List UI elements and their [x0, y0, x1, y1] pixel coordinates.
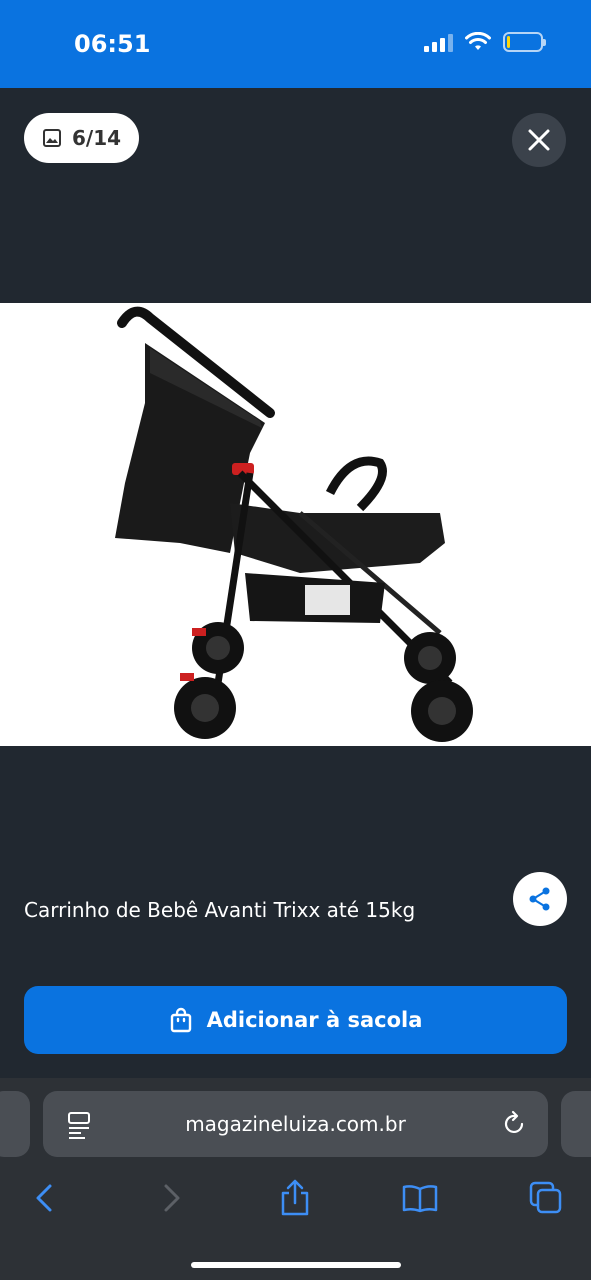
previous-tab-preview[interactable]: [0, 1091, 30, 1157]
share-button[interactable]: [513, 872, 567, 926]
back-button[interactable]: [22, 1176, 66, 1220]
add-to-bag-button[interactable]: Adicionar à sacola: [24, 986, 567, 1054]
tabs-button[interactable]: [524, 1176, 568, 1220]
signal-icon: [424, 32, 453, 52]
tabs-icon: [529, 1181, 562, 1214]
reload-icon[interactable]: [502, 1110, 528, 1138]
home-indicator[interactable]: [191, 1262, 401, 1268]
browser-toolbar: [0, 1176, 591, 1220]
battery-level: [507, 36, 510, 48]
shopping-bag-icon: [170, 1007, 191, 1033]
bookmarks-icon: [402, 1185, 438, 1213]
image-counter: 6/14: [24, 113, 139, 163]
status-bar: 06:51: [0, 0, 591, 88]
battery-icon: [503, 32, 546, 52]
share-page-button[interactable]: [273, 1176, 317, 1220]
share-icon: [529, 887, 550, 911]
next-tab-preview[interactable]: [561, 1091, 591, 1157]
page-menu-icon[interactable]: [67, 1111, 93, 1139]
back-icon: [36, 1184, 52, 1212]
close-button[interactable]: [512, 113, 566, 167]
bookmarks-button[interactable]: [398, 1176, 442, 1220]
stroller-image: [115, 306, 473, 742]
forward-button[interactable]: [150, 1176, 194, 1220]
add-to-bag-label: Adicionar à sacola: [206, 1008, 423, 1032]
wifi-icon: [465, 32, 491, 50]
product-image[interactable]: [0, 303, 591, 746]
address-bar[interactable]: magazineluiza.com.br: [43, 1091, 548, 1157]
counter-text: 6/14: [71, 126, 122, 150]
status-time: 06:51: [74, 30, 151, 58]
image-icon: [42, 129, 61, 147]
status-icons: [424, 32, 546, 52]
product-title: Carrinho de Bebê Avanti Trixx até 15kg: [24, 898, 416, 922]
share-icon: [281, 1179, 309, 1216]
forward-icon: [164, 1184, 180, 1212]
url-text: magazineluiza.com.br: [185, 1112, 406, 1136]
close-icon: [528, 129, 550, 151]
browser-bar: magazineluiza.com.br: [0, 1078, 591, 1280]
